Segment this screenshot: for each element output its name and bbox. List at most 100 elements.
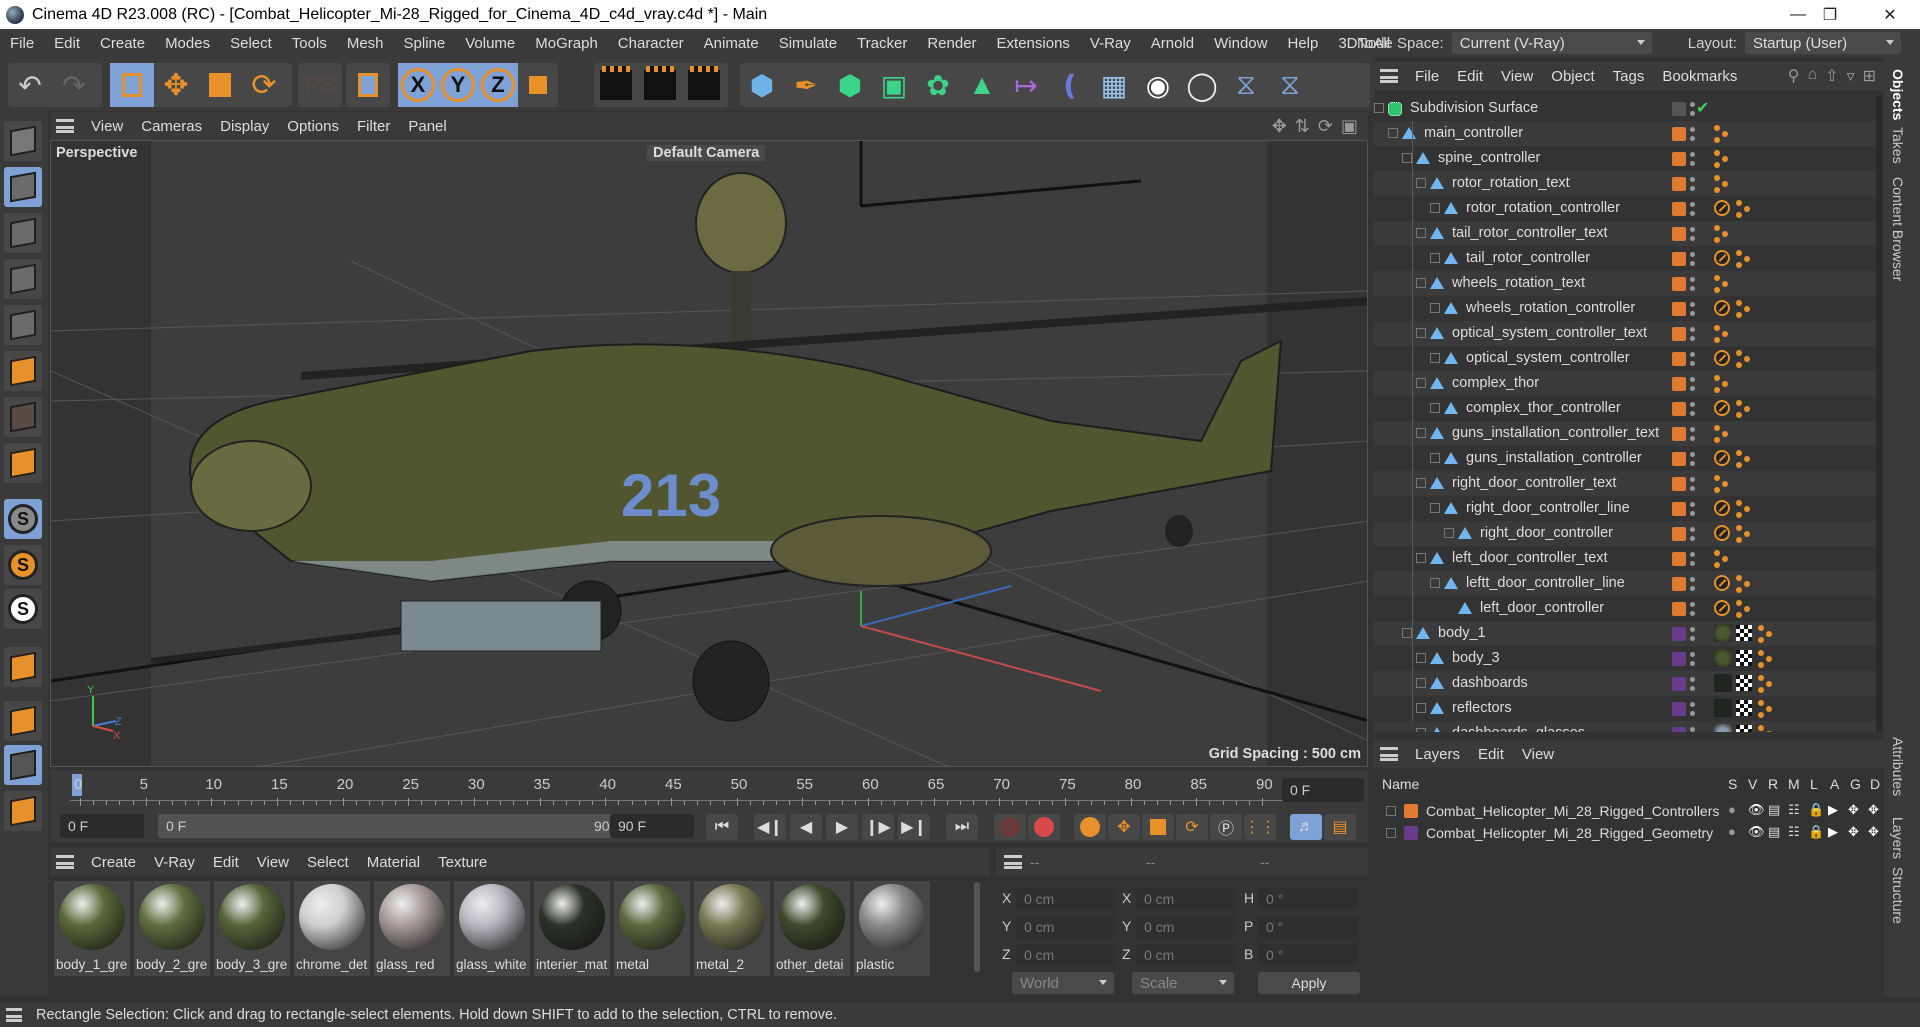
right-tab-structure[interactable]: Structure xyxy=(1890,867,1906,924)
ik-tag-icon[interactable] xyxy=(1714,325,1732,343)
object-row[interactable]: rotor_rotation_text xyxy=(1374,171,1879,196)
tool-lasso-button[interactable] xyxy=(4,791,42,831)
record-keys-button[interactable] xyxy=(994,814,1026,840)
viewport-menu-view[interactable]: View xyxy=(82,118,132,135)
camera-label[interactable]: Default Camera xyxy=(647,145,766,161)
collapse-toggle-icon[interactable] xyxy=(1430,203,1440,213)
live-selection-button[interactable] xyxy=(110,63,154,107)
material-menu-material[interactable]: Material xyxy=(358,854,429,871)
locked-icon[interactable]: 🔒 xyxy=(1808,824,1824,840)
material-menu-icon[interactable] xyxy=(56,855,74,869)
object-row[interactable]: left_door_controller xyxy=(1374,596,1879,621)
key-pla-button[interactable]: ⋮⋮ xyxy=(1244,814,1276,840)
viewport-menu-filter[interactable]: Filter xyxy=(348,118,399,135)
object-row[interactable]: dashboards_glasses xyxy=(1374,721,1879,732)
visible-editor-icon[interactable]: 👁 xyxy=(1748,802,1765,818)
object-row[interactable]: leftt_door_controller_line xyxy=(1374,571,1879,596)
layer-color-swatch[interactable] xyxy=(1672,227,1686,241)
undo-button[interactable]: ↶ xyxy=(8,63,52,107)
tool-model-mode-button[interactable] xyxy=(4,167,42,207)
layer-name[interactable]: Combat_Helicopter_Mi_28_Rigged_Geometry xyxy=(1426,825,1713,841)
object-name[interactable]: rotor_rotation_text xyxy=(1452,175,1570,191)
coordinates-menu-icon[interactable] xyxy=(1004,855,1022,869)
filter-icon[interactable]: ▿ xyxy=(1847,66,1855,86)
restore-button[interactable]: ❐ xyxy=(1800,0,1860,29)
material-swatch[interactable]: metal_2 xyxy=(694,881,770,976)
layer-menu-view[interactable]: View xyxy=(1513,746,1563,763)
object-row[interactable]: right_door_controller xyxy=(1374,521,1879,546)
tool-locked-workplane-button[interactable] xyxy=(4,745,42,785)
collapse-toggle-icon[interactable] xyxy=(1430,403,1440,413)
material-swatch[interactable]: other_detai xyxy=(774,881,850,976)
layer-color-swatch[interactable] xyxy=(1672,402,1686,416)
tool-make-editable-button[interactable] xyxy=(4,121,42,161)
visibility-dots[interactable] xyxy=(1690,227,1695,241)
visibility-dots[interactable] xyxy=(1690,277,1695,291)
timeline-ruler[interactable]: 0 5 10 15 20 25 30 35 40 45 50 55 60 65 70 75 80 85 90 0 F xyxy=(50,770,1368,810)
layer-color-swatch[interactable] xyxy=(1672,177,1686,191)
layer-color-swatch[interactable] xyxy=(1404,826,1418,840)
x-axis-lock-button[interactable]: X xyxy=(398,63,438,107)
object-name[interactable]: right_door_controller_line xyxy=(1466,500,1630,516)
visibility-dots[interactable] xyxy=(1690,602,1695,616)
object-name[interactable]: complex_thor_controller xyxy=(1466,400,1621,416)
redo-button[interactable]: ↷ xyxy=(52,63,96,107)
ik-tag-icon[interactable] xyxy=(1714,175,1732,193)
layer-color-swatch[interactable] xyxy=(1672,502,1686,516)
ik-tag-icon[interactable] xyxy=(1736,300,1754,318)
maximize-view-icon[interactable]: ▣ xyxy=(1341,116,1358,137)
layer-color-swatch[interactable] xyxy=(1672,677,1686,691)
tool-snap-settings-button[interactable]: S xyxy=(4,545,42,585)
layer-color-swatch[interactable] xyxy=(1672,152,1686,166)
material-swatch[interactable]: body_1_gre xyxy=(54,881,130,976)
menu-animate[interactable]: Animate xyxy=(694,35,769,52)
ik-tag-icon[interactable] xyxy=(1714,425,1732,443)
collapse-toggle-icon[interactable] xyxy=(1416,553,1426,563)
tool-edges-mode-button[interactable] xyxy=(4,305,42,345)
menu-edit[interactable]: Edit xyxy=(44,35,90,52)
python-2-button[interactable]: ⧖ xyxy=(1268,63,1312,107)
material-swatch[interactable]: metal xyxy=(614,881,690,976)
collapse-toggle-icon[interactable] xyxy=(1444,528,1454,538)
keyframe-selection-button[interactable] xyxy=(1074,814,1106,840)
floor-button[interactable]: ▦ xyxy=(1092,63,1136,107)
object-row[interactable]: dashboards xyxy=(1374,671,1879,696)
subdivision-button[interactable]: ⬢ xyxy=(828,63,872,107)
tool-uv-mode-button[interactable] xyxy=(4,397,42,437)
object-name[interactable]: wheels_rotation_controller xyxy=(1466,300,1635,316)
object-row[interactable]: reflectors xyxy=(1374,696,1879,721)
object-name[interactable]: dashboards_glasses xyxy=(1452,725,1585,732)
layer-menu-icon[interactable] xyxy=(1380,747,1398,761)
material-scrollbar[interactable] xyxy=(974,882,980,972)
ik-tag-icon[interactable] xyxy=(1758,650,1776,668)
layer-color-swatch[interactable] xyxy=(1672,252,1686,266)
layer-row[interactable]: Combat_Helicopter_Mi_28_Rigged_Controlle… xyxy=(1374,800,1884,822)
manager-icon[interactable]: ☷ xyxy=(1788,802,1800,818)
material-swatch[interactable]: glass_white xyxy=(454,881,530,976)
animation-icon[interactable]: ▶ xyxy=(1828,824,1838,840)
close-button[interactable]: ✕ xyxy=(1860,0,1920,29)
viewport-menu-cameras[interactable]: Cameras xyxy=(132,118,211,135)
right-tab-objects[interactable]: Objects xyxy=(1890,69,1906,120)
layer-color-swatch[interactable] xyxy=(1672,327,1686,341)
menu-v-ray[interactable]: V-Ray xyxy=(1080,35,1141,52)
material-menu-select[interactable]: Select xyxy=(298,854,358,871)
protection-tag-icon[interactable] xyxy=(1714,350,1730,366)
object-row[interactable]: wheels_rotation_controller xyxy=(1374,296,1879,321)
object-name[interactable]: right_door_controller_text xyxy=(1452,475,1616,491)
material-menu-view[interactable]: View xyxy=(248,854,298,871)
object-row[interactable]: tail_rotor_controller xyxy=(1374,246,1879,271)
object-row[interactable]: body_3 xyxy=(1374,646,1879,671)
collapse-toggle-icon[interactable] xyxy=(1430,303,1440,313)
array-button[interactable]: ▲ xyxy=(960,63,1004,107)
object-name[interactable]: left_door_controller_text xyxy=(1452,550,1608,566)
object-name[interactable]: body_1 xyxy=(1438,625,1486,641)
dolly-view-icon[interactable]: ⇅ xyxy=(1295,116,1310,137)
right-tab-content-browser[interactable]: Content Browser xyxy=(1890,177,1906,281)
material-swatch[interactable]: body_3_gre xyxy=(214,881,290,976)
layer-color-swatch[interactable] xyxy=(1672,352,1686,366)
visibility-dots[interactable] xyxy=(1690,452,1695,466)
start-frame-field[interactable]: 0 F xyxy=(60,814,144,838)
coordinate-scale-dropdown[interactable]: Scale xyxy=(1132,972,1234,994)
move-button[interactable]: ✥ xyxy=(154,63,198,107)
